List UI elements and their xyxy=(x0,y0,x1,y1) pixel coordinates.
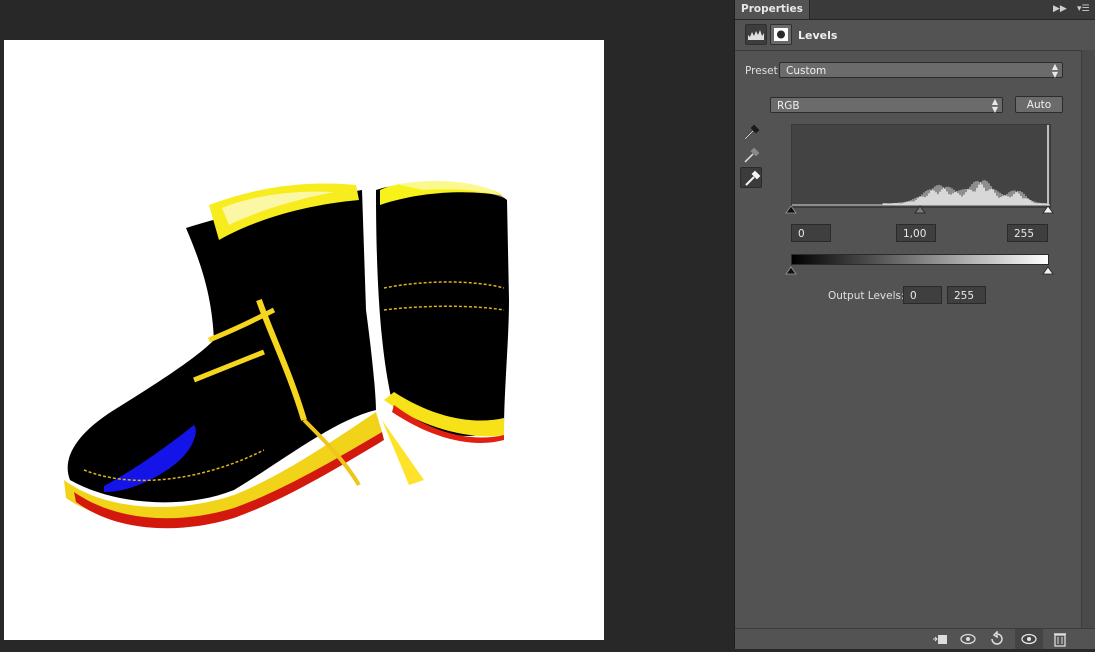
highlight-slider-handle xyxy=(1042,205,1054,214)
document-canvas[interactable] xyxy=(4,40,604,640)
panel-footer xyxy=(735,628,1095,649)
select-arrows-icon: ▲ ▼ xyxy=(991,97,998,114)
panel-scrollbar[interactable] xyxy=(1081,50,1095,628)
tab-properties[interactable]: Properties xyxy=(735,0,810,19)
white-point-eyedropper-icon[interactable] xyxy=(740,167,762,188)
select-arrows-icon: ▲ ▼ xyxy=(1051,62,1058,79)
output-levels-slider[interactable] xyxy=(785,265,1055,277)
clip-to-layer-icon[interactable] xyxy=(931,631,949,647)
output-low-field[interactable]: 0 xyxy=(903,286,942,304)
preset-label: Preset: xyxy=(745,65,782,77)
levels-adjustment-icon[interactable] xyxy=(745,24,767,45)
output-gradient-bar xyxy=(791,254,1049,265)
shadow-slider-handle xyxy=(785,205,797,214)
adjustment-title: Levels xyxy=(798,29,838,42)
properties-panel: Properties ▶▶ ▾☰ Levels Preset: Custom ▲… xyxy=(734,0,1095,649)
boots-image xyxy=(64,176,509,529)
reset-icon[interactable] xyxy=(988,630,1006,647)
midtone-slider-handle xyxy=(914,205,926,214)
output-high-field[interactable]: 255 xyxy=(947,286,986,304)
output-low-handle xyxy=(785,266,797,275)
preset-value: Custom xyxy=(786,65,827,77)
input-shadow-field[interactable]: 0 xyxy=(791,224,831,242)
preset-select[interactable]: Custom ▲ ▼ xyxy=(779,62,1063,79)
black-point-eyedropper-icon[interactable] xyxy=(740,122,762,143)
auto-button[interactable]: Auto xyxy=(1015,96,1063,113)
histogram xyxy=(791,124,1051,208)
input-highlight-field[interactable]: 255 xyxy=(1007,224,1048,242)
gray-point-eyedropper-icon[interactable] xyxy=(740,145,762,166)
view-previous-state-icon[interactable] xyxy=(959,631,977,647)
channel-select[interactable]: RGB ▲ ▼ xyxy=(770,97,1003,114)
panel-header: Properties ▶▶ ▾☰ xyxy=(735,0,1095,20)
properties-toolbar: Levels xyxy=(735,20,1095,51)
output-high-handle xyxy=(1042,266,1054,275)
expand-panel-icon[interactable]: ▶▶ xyxy=(1053,4,1067,15)
input-midtone-field[interactable]: 1,00 xyxy=(896,224,936,242)
layer-mask-icon[interactable] xyxy=(770,24,792,45)
output-levels-label: Output Levels: xyxy=(828,290,905,302)
visibility-eye-icon[interactable] xyxy=(1015,629,1043,649)
trash-icon[interactable] xyxy=(1051,631,1069,647)
input-levels-slider[interactable] xyxy=(785,204,1055,216)
channel-value: RGB xyxy=(777,100,800,112)
panel-menu-icon[interactable]: ▾☰ xyxy=(1077,4,1090,15)
